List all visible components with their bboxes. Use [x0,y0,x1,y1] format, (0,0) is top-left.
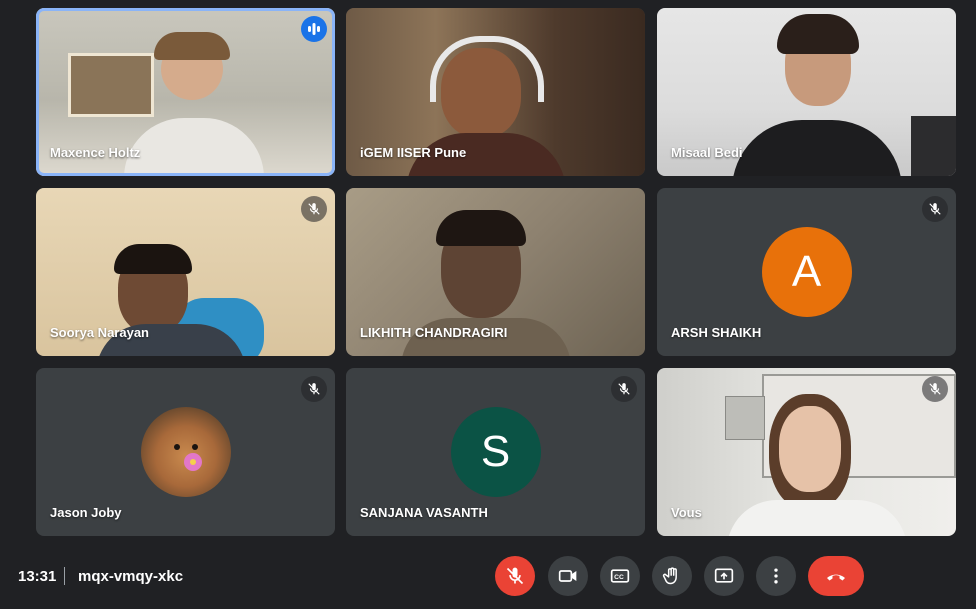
svg-text:CC: CC [614,574,624,581]
avatar-letter: S [480,427,511,476]
participant-name: Vous [671,505,702,520]
present-screen-icon [714,568,734,583]
participant-name: Maxence Holtz [50,145,141,160]
avatar [140,407,231,497]
hair [436,210,526,246]
chair [911,116,956,176]
participant-tile-maxence-holtz[interactable]: Maxence Holtz [36,8,335,176]
participant-tile-igem-iiser-pune[interactable]: iGEM IISER Pune [346,8,645,176]
divider [64,567,65,585]
dog-with-flower-image [173,444,202,471]
raise-hand-icon [662,567,677,585]
participant-tile-soorya-narayan[interactable]: Soorya Narayan [36,188,335,356]
face [779,406,841,492]
end-call-button[interactable] [808,556,864,596]
more-options-button[interactable] [756,556,796,596]
speaking-indicator-icon [301,16,327,42]
toggle-mic-button[interactable] [495,556,535,596]
participant-name: Jason Joby [50,505,122,520]
shirt [732,120,902,176]
captions-icon: CC [610,569,630,583]
shirt [124,118,264,176]
meeting-time: 13:31 [18,568,57,585]
participant-grid: Maxence Holtz iGEM IISER Pune Misaal Bed… [0,0,976,545]
bottom-control-bar: 13:31 mqx-vmqy-xkc CC [0,545,976,609]
participant-tile-arsh-shaikh[interactable]: A ARSH SHAIKH [657,188,956,356]
muted-mic-icon [922,196,948,222]
hair [114,244,192,274]
captions-button[interactable]: CC [600,556,640,596]
mic-off-icon [506,567,524,585]
participant-name: SANJANA VASANTH [360,505,488,520]
wall-painting [68,53,154,117]
muted-mic-icon [301,196,327,222]
raise-hand-button[interactable] [652,556,692,596]
camera-icon [558,570,577,582]
wall-box [725,396,765,440]
muted-mic-icon [301,376,327,402]
avatar-letter: A [791,247,822,296]
shirt [727,500,907,536]
hair [154,32,230,60]
avatar: S [450,407,541,497]
participant-name: Misaal Bedi [671,145,743,160]
meeting-code: mqx-vmqy-xkc [78,568,184,585]
avatar: A [761,227,852,317]
participant-tile-sanjana-vasanth[interactable]: S SANJANA VASANTH [346,368,645,536]
participant-tile-likhith-chandragiri[interactable]: LIKHITH CHANDRAGIRI [346,188,645,356]
participant-name: iGEM IISER Pune [360,145,467,160]
muted-mic-icon [922,376,948,402]
headphones [430,36,544,102]
participant-tile-self[interactable]: Vous [657,368,956,536]
toggle-camera-button[interactable] [548,556,588,596]
end-call-icon [827,574,845,581]
present-screen-button[interactable] [704,556,744,596]
participant-name: LIKHITH CHANDRAGIRI [360,325,508,340]
participant-tile-jason-joby[interactable]: Jason Joby [36,368,335,536]
more-options-icon [774,568,778,584]
participant-name: ARSH SHAIKH [671,325,762,340]
participant-tile-misaal-bedi[interactable]: Misaal Bedi [657,8,956,176]
participant-name: Soorya Narayan [50,325,149,340]
muted-mic-icon [611,376,637,402]
hair [777,14,859,54]
